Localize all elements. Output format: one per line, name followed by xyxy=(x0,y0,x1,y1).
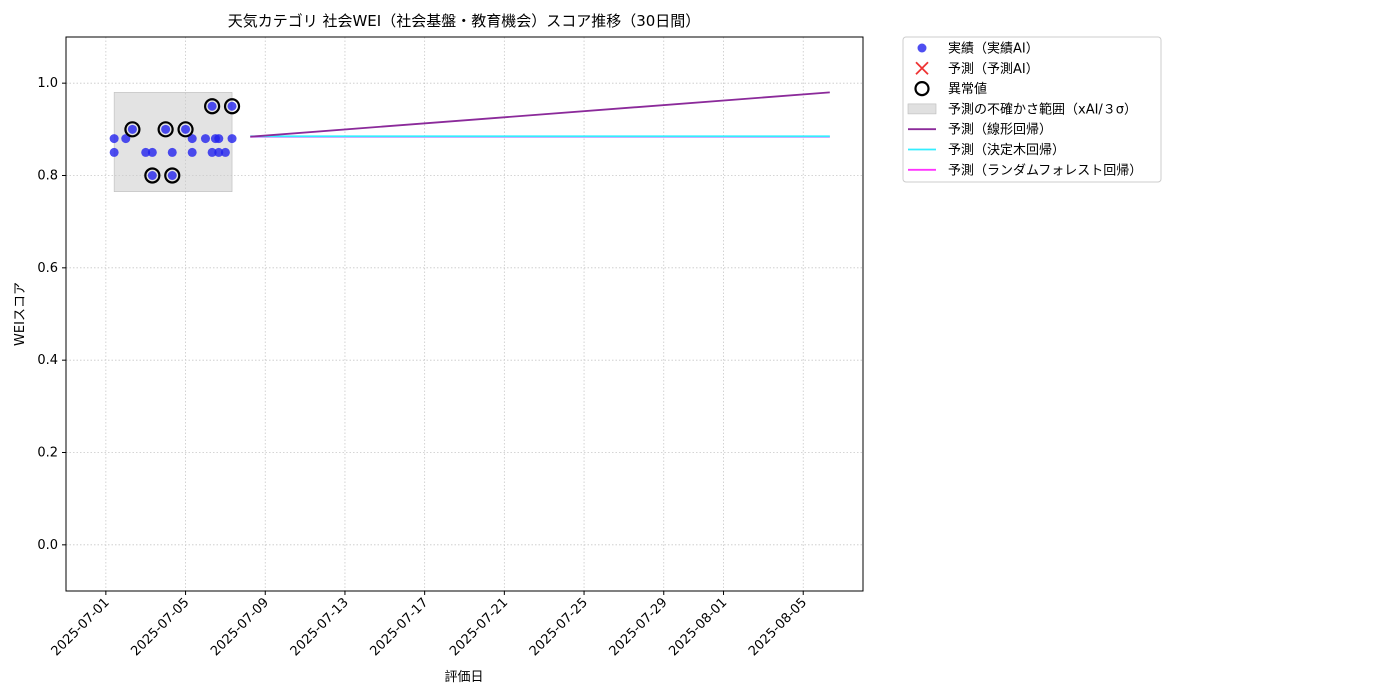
x-axis-ticks: 2025-07-01 2025-07-05 2025-07-09 2025-07-13… xyxy=(49,591,810,659)
y-axis-ticks: 0.0 0.2 0.4 0.6 0.8 1.0 xyxy=(37,76,66,553)
legend-label: 予測の不確かさ範囲（xAI/３σ） xyxy=(948,101,1137,117)
x-tick-label: 2025-07-21 xyxy=(447,595,511,659)
legend-label: 予測（ランダムフォレスト回帰） xyxy=(948,162,1142,178)
y-tick-label: 0.2 xyxy=(37,446,58,461)
y-tick-label: 0.0 xyxy=(37,538,58,553)
y-tick-label: 0.6 xyxy=(37,261,58,276)
forecast-lines-layer xyxy=(250,91,830,138)
x-tick-label: 2025-08-01 xyxy=(666,595,730,659)
x-tick-label: 2025-07-05 xyxy=(128,595,192,659)
actual-point xyxy=(200,134,210,144)
actual-point xyxy=(187,147,197,157)
x-tick-label: 2025-07-17 xyxy=(367,595,431,659)
legend-label: 異常値 xyxy=(948,81,987,97)
actual-point xyxy=(161,124,171,134)
y-tick-label: 1.0 xyxy=(37,76,58,91)
x-tick-label: 2025-07-25 xyxy=(527,595,591,659)
legend-swatch-actual xyxy=(917,43,927,53)
actual-point xyxy=(227,134,237,144)
actual-point xyxy=(109,134,119,144)
x-tick-label: 2025-07-29 xyxy=(607,595,671,659)
actual-point xyxy=(167,147,177,157)
actual-point xyxy=(227,101,237,111)
forecast-line xyxy=(250,91,830,138)
x-tick-label: 2025-07-09 xyxy=(208,595,272,659)
actual-point xyxy=(207,101,217,111)
legend-label: 実績（実績AI） xyxy=(948,41,1039,57)
y-tick-label: 0.4 xyxy=(37,353,58,368)
x-tick-label: 2025-07-01 xyxy=(49,595,113,659)
chart-title: 天気カテゴリ 社会WEI（社会基盤・教育機会）スコア推移（30日間） xyxy=(228,12,701,30)
legend-label: 予測（決定木回帰） xyxy=(948,142,1065,158)
legend: 実績（実績AI） 予測（予測AI） 異常値予測の不確かさ範囲（xAI/３σ） 予測（線… xyxy=(902,36,1162,183)
actual-point xyxy=(167,171,177,180)
actual-point xyxy=(109,147,119,157)
actual-point xyxy=(181,124,191,134)
x-axis-title: 評価日 xyxy=(444,670,483,685)
actual-point xyxy=(127,124,137,134)
actual-point xyxy=(220,147,230,157)
legend-label: 予測（線形回帰） xyxy=(948,122,1052,138)
y-axis-title: WEIスコア xyxy=(13,282,28,346)
legend-swatch-band xyxy=(907,103,937,115)
actual-point xyxy=(214,134,224,144)
x-tick-label: 2025-07-13 xyxy=(288,595,352,659)
actual-point xyxy=(147,171,157,180)
legend-label: 予測（予測AI） xyxy=(948,62,1039,77)
y-tick-label: 0.8 xyxy=(37,169,58,184)
x-tick-label: 2025-08-05 xyxy=(746,595,810,659)
actual-point xyxy=(147,147,157,157)
chart-svg: 天気カテゴリ 社会WEI（社会基盤・教育機会）スコア推移（30日間） 2025-… xyxy=(13,12,1162,685)
